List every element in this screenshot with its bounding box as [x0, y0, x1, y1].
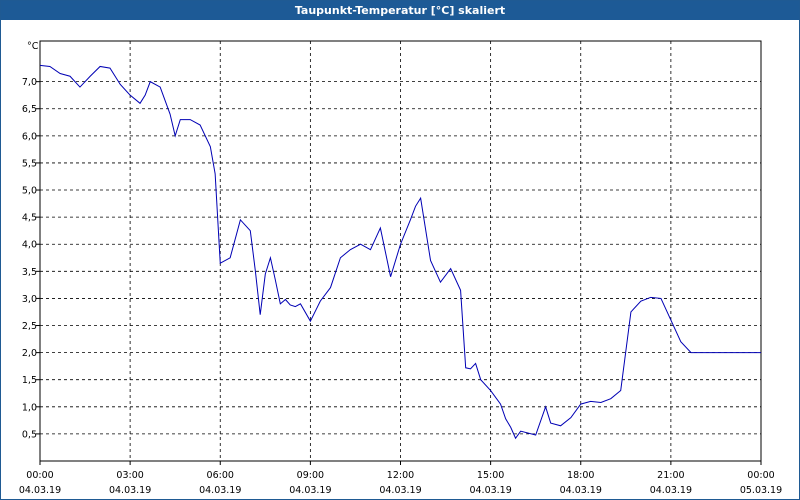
chart-window: Taupunkt-Temperatur [°C] skaliert 0,5 1,0…: [0, 0, 800, 500]
x-tick-date-label: 04.03.19: [469, 485, 511, 496]
y-tick-label: 4,0: [22, 240, 37, 251]
x-tick-date-label: 04.03.19: [289, 485, 331, 496]
y-axis-label: °C: [27, 41, 39, 52]
x-tick-time-label: 18:00: [567, 470, 594, 481]
grid-lines: [40, 41, 761, 461]
x-tick-date-label: 04.03.19: [19, 485, 61, 496]
y-tick-label: 0,5: [22, 429, 37, 440]
x-axis-ticks: 00:00 04.03.19 03:00 04.03.19 06:00 04.03.19 0…: [19, 461, 782, 496]
x-tick-time-label: 12:00: [387, 470, 414, 481]
y-tick-label: 6,0: [22, 131, 37, 142]
x-tick-time-label: 00:00: [747, 470, 774, 481]
x-tick-date-label: 05.03.19: [740, 485, 782, 496]
x-tick-time-label: 03:00: [116, 470, 143, 481]
x-tick-time-label: 21:00: [657, 470, 684, 481]
y-tick-label: 1,5: [22, 375, 37, 386]
x-tick-date-label: 04.03.19: [560, 485, 602, 496]
x-tick-date-label: 04.03.19: [650, 485, 692, 496]
y-tick-label: 5,5: [22, 158, 37, 169]
chart-svg: 0,5 1,0 1,5 2,0 2,5 3,0 3,5 4,0 4,5 5,0 5,5 6,0 6,5 7…: [19, 40, 782, 496]
x-tick-date-label: 04.03.19: [379, 485, 421, 496]
x-tick-date-label: 04.03.19: [199, 485, 241, 496]
x-tick-date-label: 04.03.19: [109, 485, 151, 496]
x-tick-time-label: 09:00: [297, 470, 324, 481]
y-tick-label: 3,5: [22, 267, 37, 278]
y-tick-label: 5,0: [22, 186, 37, 197]
x-tick-time-label: 00:00: [26, 470, 53, 481]
y-axis-ticks: 0,5 1,0 1,5 2,0 2,5 3,0 3,5 4,0 4,5 5,0 5,5 6,0 6,5 7…: [22, 77, 40, 440]
y-tick-label: 4,5: [22, 213, 37, 224]
y-tick-label: 1,0: [22, 402, 37, 413]
y-tick-label: 3,0: [22, 294, 37, 305]
y-tick-label: 7,0: [22, 77, 37, 88]
y-tick-label: 6,5: [22, 104, 37, 115]
x-tick-time-label: 06:00: [207, 470, 234, 481]
y-tick-label: 2,5: [22, 321, 37, 332]
x-tick-time-label: 15:00: [477, 470, 504, 481]
y-tick-label: 2,0: [22, 348, 37, 359]
